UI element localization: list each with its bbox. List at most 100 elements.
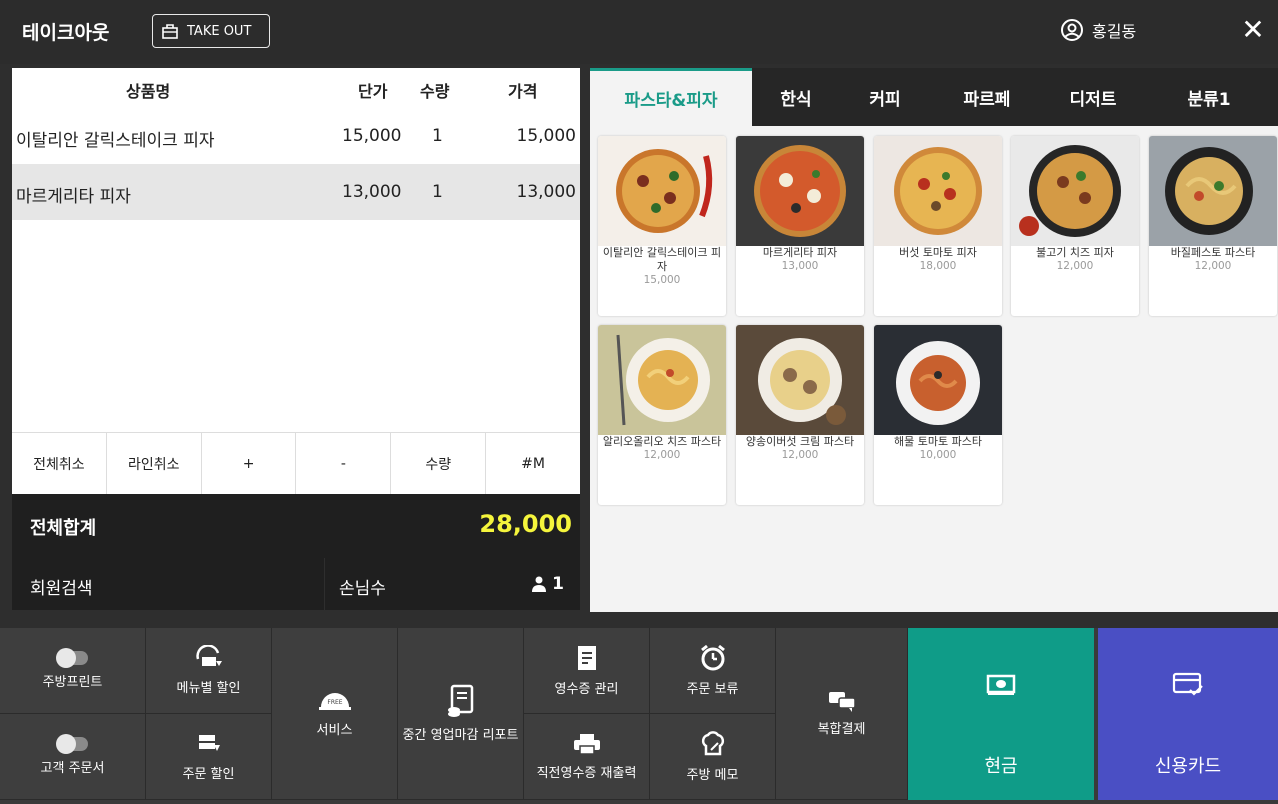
chat-icon (828, 692, 856, 712)
menu-item-card[interactable]: 이탈리안 갈릭스테이크 피자 15,000 (598, 136, 726, 316)
cash-button[interactable]: 현금 (908, 628, 1094, 800)
order-discount-label: 주문 할인 (182, 767, 235, 782)
receipt-manage-label: 영수증 관리 (554, 682, 619, 697)
menu-item-card[interactable]: 양송이버섯 크림 파스타 12,000 (736, 325, 864, 505)
menu-discount-button[interactable]: 메뉴별 할인 (146, 628, 272, 714)
card-label: 신용카드 (1154, 756, 1222, 777)
menu-item-name: 알리오올리오 치즈 파스타 (602, 435, 722, 448)
toggle-switch[interactable] (55, 648, 88, 668)
order-hold-label: 주문 보류 (686, 682, 739, 697)
category-tabs: 파스타&피자 한식 커피 파르페 디저트 분류1 (590, 68, 1278, 126)
person-icon (532, 576, 547, 592)
tab-korean[interactable]: 한식 (766, 68, 826, 126)
menu-item-card[interactable]: 바질페스토 파스타 12,000 (1149, 136, 1277, 316)
order-item-price: 15,000 (516, 126, 576, 146)
order-item-unit-price: 13,000 (342, 182, 402, 202)
chef-hat-icon (701, 731, 724, 756)
tab-coffee[interactable]: 커피 (855, 68, 915, 126)
order-item-qty: 1 (432, 182, 443, 202)
pasta-image (874, 325, 1002, 435)
report-icon (447, 684, 473, 717)
menu-item-card[interactable]: 마르게리타 피자 13,000 (736, 136, 864, 316)
menu-item-card[interactable]: 알리오올리오 치즈 파스타 12,000 (598, 325, 726, 505)
pasta-image (1149, 136, 1277, 246)
menu-item-price: 13,000 (781, 260, 819, 272)
pizza-image (736, 136, 864, 246)
cancel-all-button[interactable]: 전체취소 (12, 433, 107, 494)
cash-icon (986, 674, 1016, 695)
mid-report-button[interactable]: 중간 영업마감 리포트 (398, 628, 524, 800)
guest-count-button[interactable]: 손님수 1 (325, 558, 580, 610)
guest-count: 1 (532, 574, 564, 594)
discount-icon (195, 645, 222, 666)
order-row[interactable]: 이탈리안 갈릭스테이크 피자 15,000 1 15,000 (12, 108, 580, 164)
split-pay-button[interactable]: 복합결제 (776, 628, 908, 800)
order-actions: 전체취소 라인취소 + - 수량 #M (12, 432, 580, 494)
customer-order-toggle[interactable]: 고객 주문서 (0, 714, 146, 800)
card-button[interactable]: 신용카드 (1098, 628, 1278, 800)
takeout-label: TAKE OUT (187, 23, 252, 39)
pos-screen: 테이크아웃 TAKE OUT 홍길동 ✕ 상품명 단가 수량 가격 이탈리안 갈… (0, 0, 1278, 804)
menu-discount-label: 메뉴별 할인 (176, 681, 241, 696)
kitchen-memo-label: 주방 메모 (686, 768, 739, 783)
top-bar: 테이크아웃 TAKE OUT 홍길동 ✕ (0, 0, 1278, 64)
menu-item-card[interactable]: 불고기 치즈 피자 12,000 (1011, 136, 1139, 316)
tab-pasta-pizza[interactable]: 파스타&피자 (590, 68, 752, 126)
order-item-name: 마르게리타 피자 (16, 187, 131, 207)
menu-item-name: 해물 토마토 파스타 (894, 435, 982, 448)
kitchen-print-toggle[interactable]: 주방프린트 (0, 628, 146, 714)
user-info[interactable]: 홍길동 (1060, 18, 1136, 42)
takeout-button[interactable]: TAKE OUT (152, 14, 270, 48)
menu-item-card[interactable]: 버섯 토마토 피자 18,000 (874, 136, 1002, 316)
order-item-name: 이탈리안 갈릭스테이크 피자 (16, 131, 215, 151)
increase-button[interactable]: + (202, 433, 297, 494)
guest-label: 손님수 (339, 579, 386, 599)
service-label: 서비스 (316, 723, 353, 738)
order-row[interactable]: 마르게리타 피자 13,000 1 13,000 (12, 164, 580, 220)
receipt-manage-button[interactable]: 영수증 관리 (524, 628, 650, 714)
total-label: 전체합계 (30, 518, 97, 539)
tab-category1[interactable]: 분류1 (1174, 68, 1244, 126)
menu-item-card[interactable]: 해물 토마토 파스타 10,000 (874, 325, 1002, 505)
close-icon[interactable]: ✕ (1238, 16, 1268, 46)
reprint-label: 직전영수증 재출력 (536, 766, 637, 781)
menu-item-price: 12,000 (781, 449, 819, 461)
order-item-qty: 1 (432, 126, 443, 146)
hash-m-button[interactable]: #M (486, 433, 580, 494)
mid-report-label: 중간 영업마감 리포트 (402, 728, 519, 743)
page-title: 테이크아웃 (22, 22, 110, 44)
quantity-button[interactable]: 수량 (391, 433, 487, 494)
pasta-image (598, 325, 726, 435)
reprint-button[interactable]: 직전영수증 재출력 (524, 714, 650, 800)
order-list: 상품명 단가 수량 가격 이탈리안 갈릭스테이크 피자 15,000 1 15,… (12, 68, 580, 494)
receipt-icon (577, 646, 596, 670)
kitchen-memo-button[interactable]: 주방 메모 (650, 714, 776, 800)
menu-item-price: 15,000 (643, 274, 681, 286)
order-item-unit-price: 15,000 (342, 126, 402, 146)
tab-dessert[interactable]: 디저트 (1058, 68, 1128, 126)
member-search-button[interactable]: 회원검색 (12, 558, 324, 610)
order-hold-button[interactable]: 주문 보류 (650, 628, 776, 714)
credit-card-icon (1172, 672, 1203, 696)
menu-item-name: 양송이버섯 크림 파스타 (745, 435, 855, 448)
order-discount-button[interactable]: 주문 할인 (146, 714, 272, 800)
pizza-image (598, 136, 726, 246)
decrease-button[interactable]: - (296, 433, 392, 494)
order-header: 상품명 단가 수량 가격 (12, 68, 580, 108)
customer-order-label: 고객 주문서 (40, 761, 105, 776)
printer-icon (573, 734, 600, 755)
menu-item-name: 이탈리안 갈릭스테이크 피자 (602, 246, 722, 273)
menu-item-name: 불고기 치즈 피자 (1036, 246, 1114, 259)
cancel-line-button[interactable]: 라인취소 (107, 433, 202, 494)
menu-item-price: 12,000 (643, 449, 681, 461)
user-icon (1061, 19, 1083, 41)
menu-item-price: 18,000 (919, 260, 957, 272)
tab-parfait[interactable]: 파르페 (952, 68, 1022, 126)
pizza-image (874, 136, 1002, 246)
service-button[interactable]: FREE 서비스 (272, 628, 398, 800)
total-value: 28,000 (479, 510, 572, 538)
col-header-price: 가격 (508, 82, 538, 101)
discount-icon (198, 735, 220, 751)
toggle-switch[interactable] (55, 734, 88, 754)
menu-item-price: 12,000 (1056, 260, 1094, 272)
